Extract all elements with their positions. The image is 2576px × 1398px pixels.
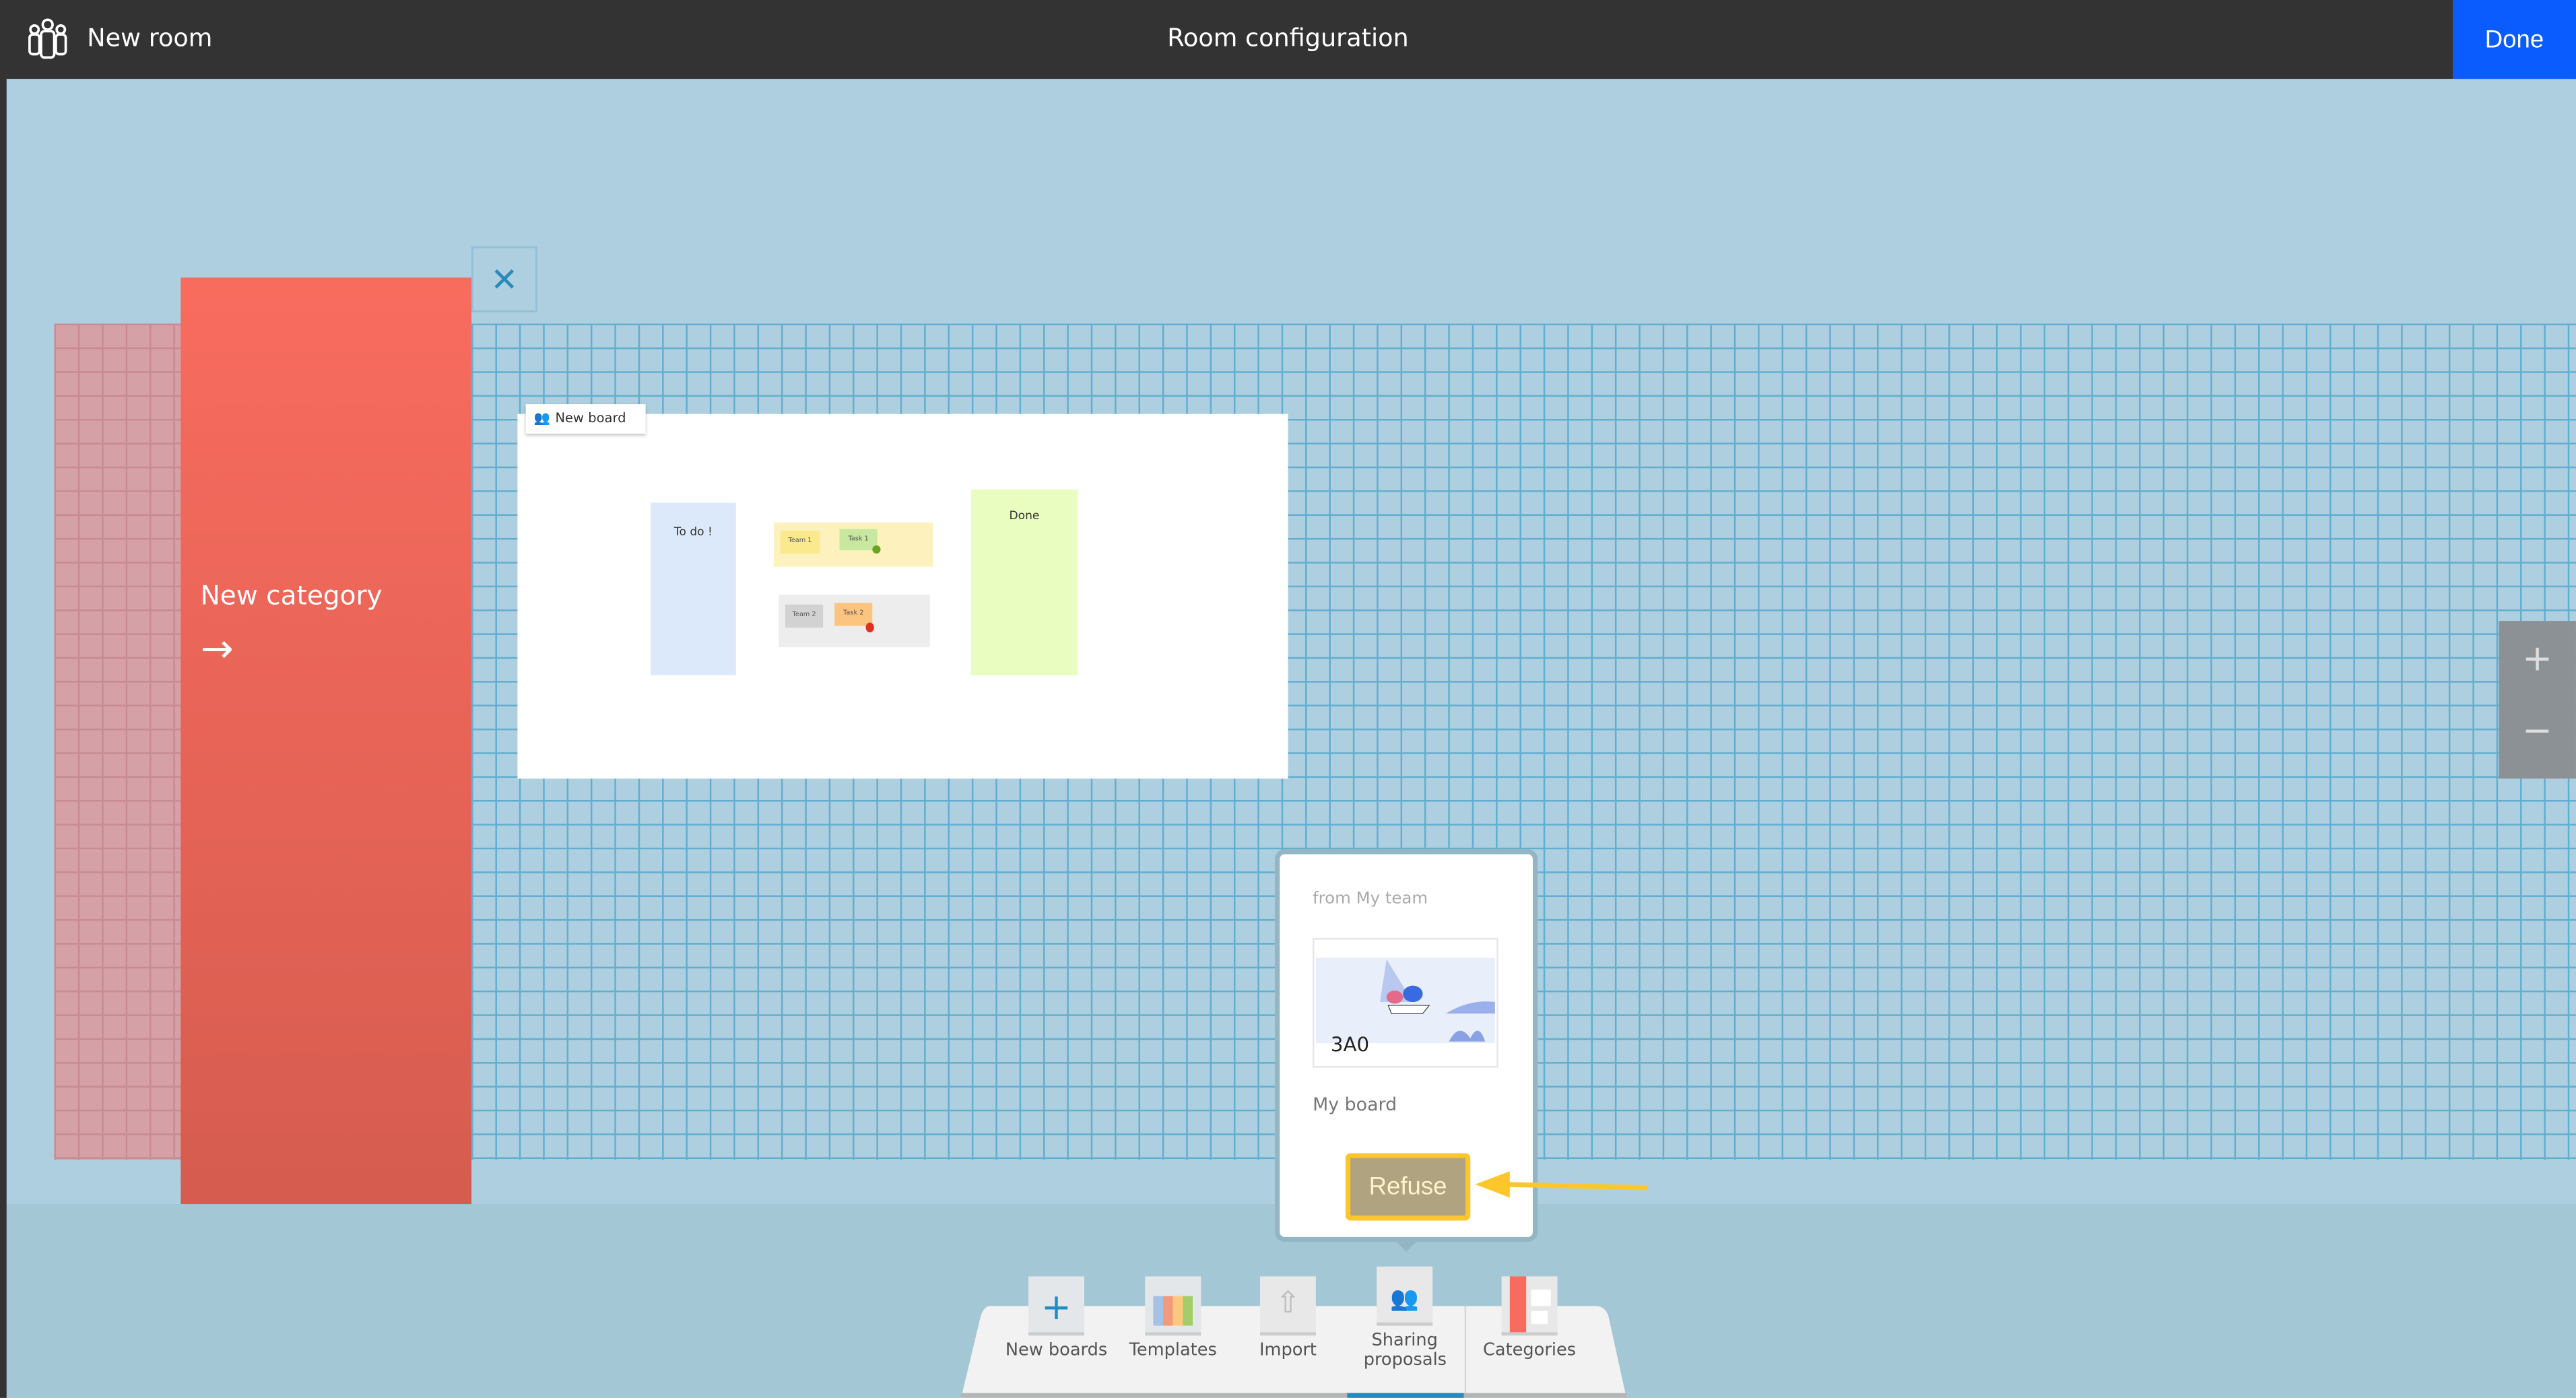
sharing-people-icon: 👥 — [1377, 1266, 1433, 1326]
proposal-board-name: My board — [1313, 1094, 1397, 1116]
zoom-in-button[interactable]: + — [2499, 621, 2576, 700]
bottom-toolbar: + New boards Templates ⇧ Import 👥 Sharin… — [961, 1266, 1627, 1398]
thumbnail-illustration: 3A0 — [1315, 958, 1495, 1056]
toolbar-label: Templates — [1129, 1340, 1217, 1360]
column-todo-label: To do ! — [673, 525, 713, 539]
team2-lane: Team 2 Task 2 — [779, 595, 930, 648]
toolbar-import[interactable]: ⇧ Import — [1230, 1276, 1346, 1360]
board-title-tab[interactable]: 👥 New board — [525, 404, 646, 434]
new-category-panel[interactable]: New category → — [180, 277, 472, 1205]
close-button[interactable]: ✕ — [471, 246, 537, 312]
category-grid — [54, 323, 181, 1160]
board-card[interactable]: To do ! Team 1 Task 1 Team 2 Task 2 Done — [517, 413, 1288, 779]
zoom-out-button[interactable]: − — [2499, 700, 2576, 778]
thumbnail-caption: 3A0 — [1331, 1033, 1369, 1056]
people-icon: 👥 — [533, 410, 551, 426]
plus-icon: + — [1028, 1276, 1085, 1336]
card-task1: Task 1 — [839, 529, 878, 551]
column-todo: To do ! — [651, 502, 736, 675]
toolbar-label: Import — [1259, 1340, 1317, 1360]
card-task2: Task 2 — [834, 603, 873, 626]
top-bar: New room Room configuration Done — [0, 0, 2576, 79]
categories-icon — [1501, 1276, 1558, 1336]
refuse-button[interactable]: Refuse — [1345, 1153, 1471, 1221]
toolbar-new-boards[interactable]: + New boards — [999, 1276, 1114, 1360]
page-title: Room configuration — [1167, 23, 1409, 53]
zoom-control: + − — [2499, 621, 2576, 779]
highlight-arrow — [1475, 1171, 1648, 1198]
toolbar-label: New boards — [1005, 1340, 1108, 1360]
upload-icon: ⇧ — [1260, 1276, 1316, 1336]
toolbar-label: Sharing proposals — [1363, 1330, 1447, 1370]
toolbar-templates[interactable]: Templates — [1115, 1276, 1230, 1360]
board-thumbnail[interactable]: 3A0 — [1313, 937, 1498, 1068]
window-edge — [0, 0, 7, 1398]
column-done: Done — [970, 489, 1078, 675]
arrow-right-icon: → — [200, 626, 234, 672]
category-label: New category — [200, 580, 383, 611]
card-team1: Team 1 — [780, 530, 820, 554]
column-done-label: Done — [1009, 509, 1040, 523]
done-button[interactable]: Done — [2453, 0, 2576, 79]
toolbar-categories[interactable]: Categories — [1472, 1276, 1587, 1360]
error-icon — [865, 622, 874, 633]
card-team2: Team 2 — [785, 604, 824, 628]
toolbar-label: Categories — [1483, 1340, 1577, 1360]
board-title: New board — [555, 410, 626, 426]
check-icon — [872, 545, 881, 554]
template-grid-icon — [1145, 1276, 1201, 1336]
proposal-source: from My team — [1313, 890, 1428, 908]
team1-lane: Team 1 Task 1 — [773, 522, 933, 567]
toolbar-sharing-proposals[interactable]: 👥 Sharing proposals — [1347, 1266, 1462, 1370]
